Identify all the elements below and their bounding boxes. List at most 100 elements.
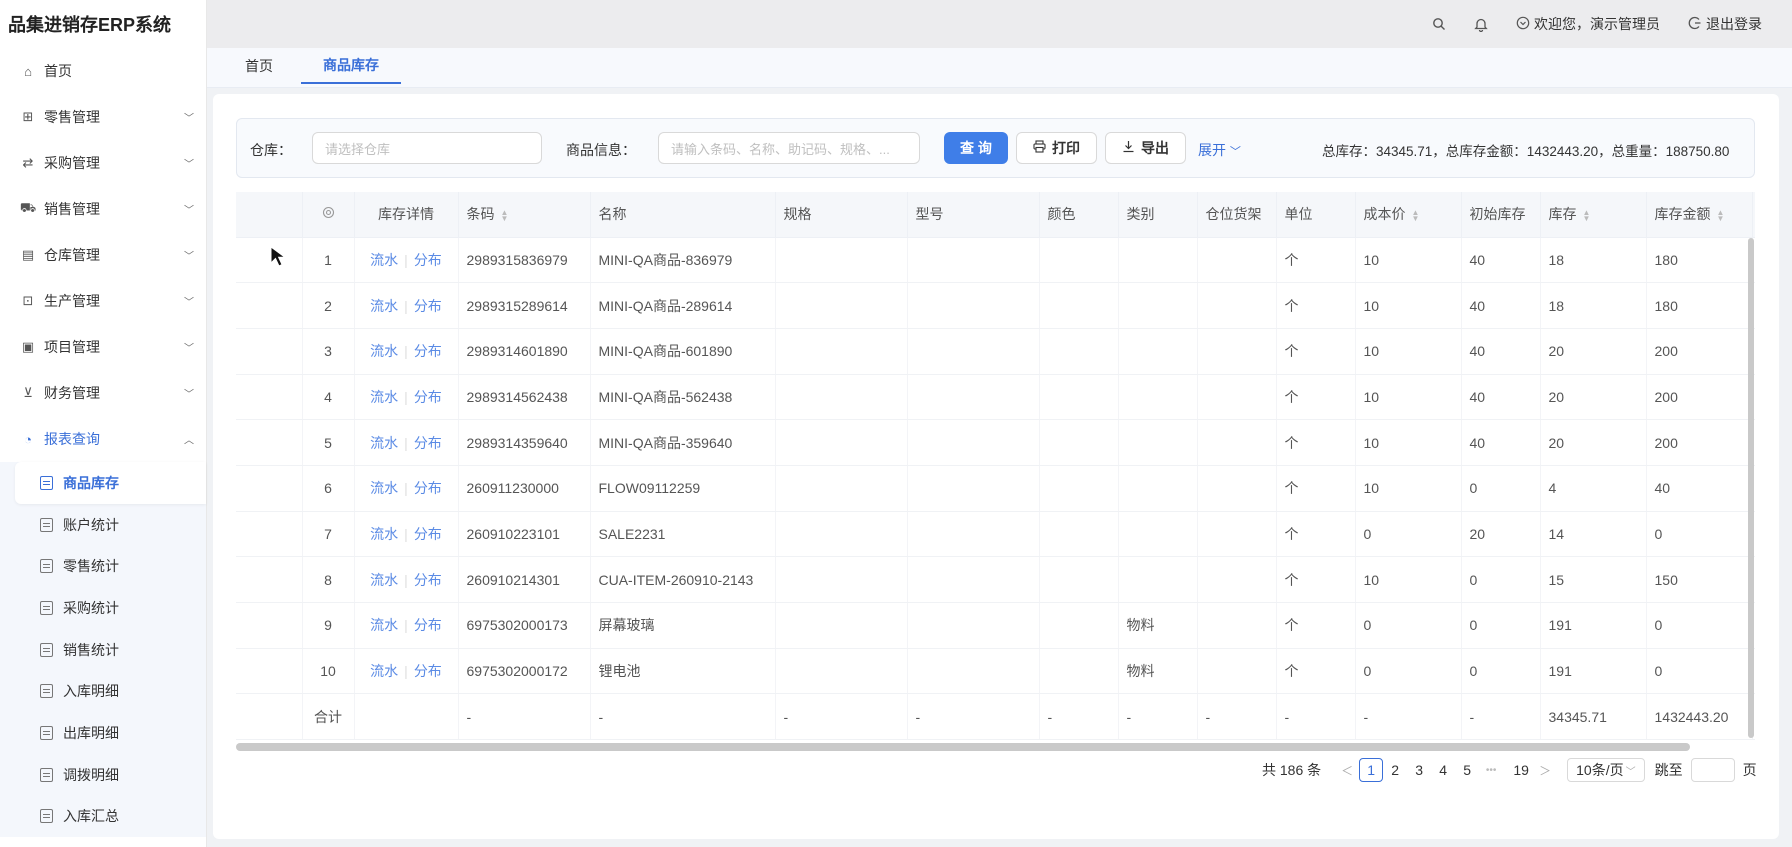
model-cell [907, 282, 1040, 329]
horizontal-scrollbar[interactable] [236, 743, 1690, 751]
sidebar-subitem-sales-stats[interactable]: 销售统计 [0, 629, 206, 671]
sidebar-item-reports[interactable]: ◔ 报表查询 ︿ [0, 416, 206, 462]
page-size-select[interactable]: 10条/页 ﹀ [1567, 758, 1645, 782]
chevron-down-icon: ﹀ [1625, 766, 1636, 778]
spec-cell [775, 419, 908, 466]
row-select-cell[interactable] [236, 374, 303, 421]
chevron-down-icon: ﹀ [184, 343, 194, 355]
query-button[interactable]: 查 询 [944, 132, 1008, 164]
export-button[interactable]: 导出 [1105, 132, 1186, 164]
sidebar-item-home[interactable]: ⌂ 首页 [0, 48, 206, 94]
flow-link[interactable]: 流水 [370, 298, 398, 314]
distribution-link[interactable]: 分布 [414, 572, 442, 588]
row-number: 4 [302, 374, 355, 421]
user-welcome[interactable]: 欢迎您，演示管理员 [1516, 14, 1660, 34]
bell-icon[interactable] [1474, 17, 1488, 32]
flow-link[interactable]: 流水 [370, 617, 398, 633]
sum-dash-cell: - [1276, 693, 1356, 741]
sidebar-item-purchase[interactable]: ⇄ 采购管理 ﹀ [0, 140, 206, 186]
distribution-link[interactable]: 分布 [414, 298, 442, 314]
row-select-cell[interactable] [236, 419, 303, 466]
flow-link[interactable]: 流水 [370, 435, 398, 451]
expand-toggle[interactable]: 展开 ﹀ [1198, 140, 1241, 160]
row-select-cell[interactable] [236, 602, 303, 649]
print-button[interactable]: 打印 [1016, 132, 1097, 164]
vertical-scrollbar[interactable] [1748, 238, 1754, 738]
stock-cell: 14 [1540, 511, 1647, 558]
page-19[interactable]: 19 [1509, 758, 1533, 782]
finance-icon: ⊻ [23, 385, 33, 400]
header-cost[interactable]: 成本价 ▲ ▼ [1355, 192, 1462, 238]
project-icon: ▣ [21, 339, 35, 354]
flow-link[interactable]: 流水 [370, 526, 398, 542]
page-3[interactable]: 3 [1407, 758, 1431, 782]
table-row: 6流水|分布260911230000FLOW09112259个1004400 [236, 465, 1755, 512]
page-1[interactable]: 1 [1359, 758, 1384, 782]
distribution-link[interactable]: 分布 [414, 480, 442, 496]
page-ellipsis[interactable]: ••• [1479, 758, 1503, 782]
tab-product-stock[interactable]: 商品库存 [301, 48, 401, 84]
row-select-cell[interactable] [236, 465, 303, 512]
next-page-icon[interactable]: ＞ [1533, 758, 1557, 782]
initial-cell: 40 [1461, 374, 1541, 421]
table-row: 1 流水 | 分布 2989315836979 MINI-QA商品-836979 个 10 40… [236, 237, 1755, 284]
flow-link[interactable]: 流水 [370, 252, 398, 268]
sidebar-subitem-transfer-detail[interactable]: 调拨明细 [0, 754, 206, 796]
sidebar-item-label: 报表查询 [44, 431, 100, 447]
sidebar-item-production[interactable]: ⊡ 生产管理 ﹀ [0, 278, 206, 324]
sidebar-item-finance[interactable]: ⊻ 财务管理 ﹀ [0, 370, 206, 416]
page-4[interactable]: 4 [1431, 758, 1455, 782]
sidebar-subitem-inbound-detail[interactable]: 入库明细 [0, 670, 206, 712]
sidebar-item-warehouse[interactable]: ▤ 仓库管理 ﹀ [0, 232, 206, 278]
sidebar-item-label: 生产管理 [44, 293, 100, 309]
header-stock-amount[interactable]: 库存金额 ▲ ▼ [1646, 192, 1753, 238]
row-select-cell[interactable] [236, 237, 303, 284]
page-5[interactable]: 5 [1455, 758, 1479, 782]
header-stock[interactable]: 库存 ▲ ▼ [1540, 192, 1647, 238]
row-select-cell[interactable] [236, 556, 303, 603]
distribution-link[interactable]: 分布 [414, 252, 442, 268]
flow-link[interactable]: 流水 [370, 663, 398, 679]
row-select-cell[interactable] [236, 328, 303, 375]
sidebar-subitem-purchase-stats[interactable]: 采购统计 [0, 587, 206, 629]
model-cell [907, 237, 1040, 284]
row-select-cell[interactable] [236, 282, 303, 329]
warehouse-select[interactable]: 请选择仓库 [312, 132, 542, 164]
document-icon [40, 600, 53, 615]
location-cell [1197, 602, 1277, 649]
chevron-down-icon: ﹀ [184, 251, 194, 263]
sidebar-subitem-account-stats[interactable]: 账户统计 [0, 504, 206, 546]
category-cell [1118, 511, 1198, 558]
distribution-link[interactable]: 分布 [414, 343, 442, 359]
sort-icon: ▲ ▼ [1411, 207, 1420, 223]
sidebar-subitem-product-stock[interactable]: 商品库存 [15, 462, 206, 504]
flow-link[interactable]: 流水 [370, 480, 398, 496]
sidebar-item-project[interactable]: ▣ 项目管理 ﹀ [0, 324, 206, 370]
flow-link[interactable]: 流水 [370, 572, 398, 588]
column-settings-icon[interactable] [302, 192, 355, 238]
page-2[interactable]: 2 [1383, 758, 1407, 782]
sidebar-item-retail[interactable]: ⊞ 零售管理 ﹀ [0, 94, 206, 140]
row-select-cell[interactable] [236, 648, 303, 695]
sidebar-subitem-inbound-summary[interactable]: 入库汇总 [0, 796, 206, 838]
distribution-link[interactable]: 分布 [414, 663, 442, 679]
distribution-link[interactable]: 分布 [414, 435, 442, 451]
sidebar-subitem-retail-stats[interactable]: 零售统计 [0, 545, 206, 587]
cost-cell: 0 [1355, 602, 1462, 649]
tab-home[interactable]: 首页 [245, 48, 273, 84]
distribution-link[interactable]: 分布 [414, 526, 442, 542]
flow-link[interactable]: 流水 [370, 343, 398, 359]
row-select-cell[interactable] [236, 511, 303, 558]
sidebar-subitem-outbound-detail[interactable]: 出库明细 [0, 712, 206, 754]
distribution-link[interactable]: 分布 [414, 389, 442, 405]
logout-link[interactable]: 退出登录 [1688, 14, 1762, 34]
flow-link[interactable]: 流水 [370, 389, 398, 405]
search-icon[interactable] [1432, 17, 1446, 31]
prev-page-icon[interactable]: ＜ [1335, 758, 1359, 782]
distribution-link[interactable]: 分布 [414, 617, 442, 633]
product-info-input[interactable]: 请输入条码、名称、助记码、规格、... [658, 132, 920, 164]
jump-page-input[interactable] [1690, 758, 1735, 782]
sidebar-item-sales[interactable]: ⛟ 销售管理 ﹀ [0, 186, 206, 232]
warehouse-label: 仓库： [250, 142, 292, 158]
header-barcode[interactable]: 条码 ▲ ▼ [458, 192, 591, 238]
